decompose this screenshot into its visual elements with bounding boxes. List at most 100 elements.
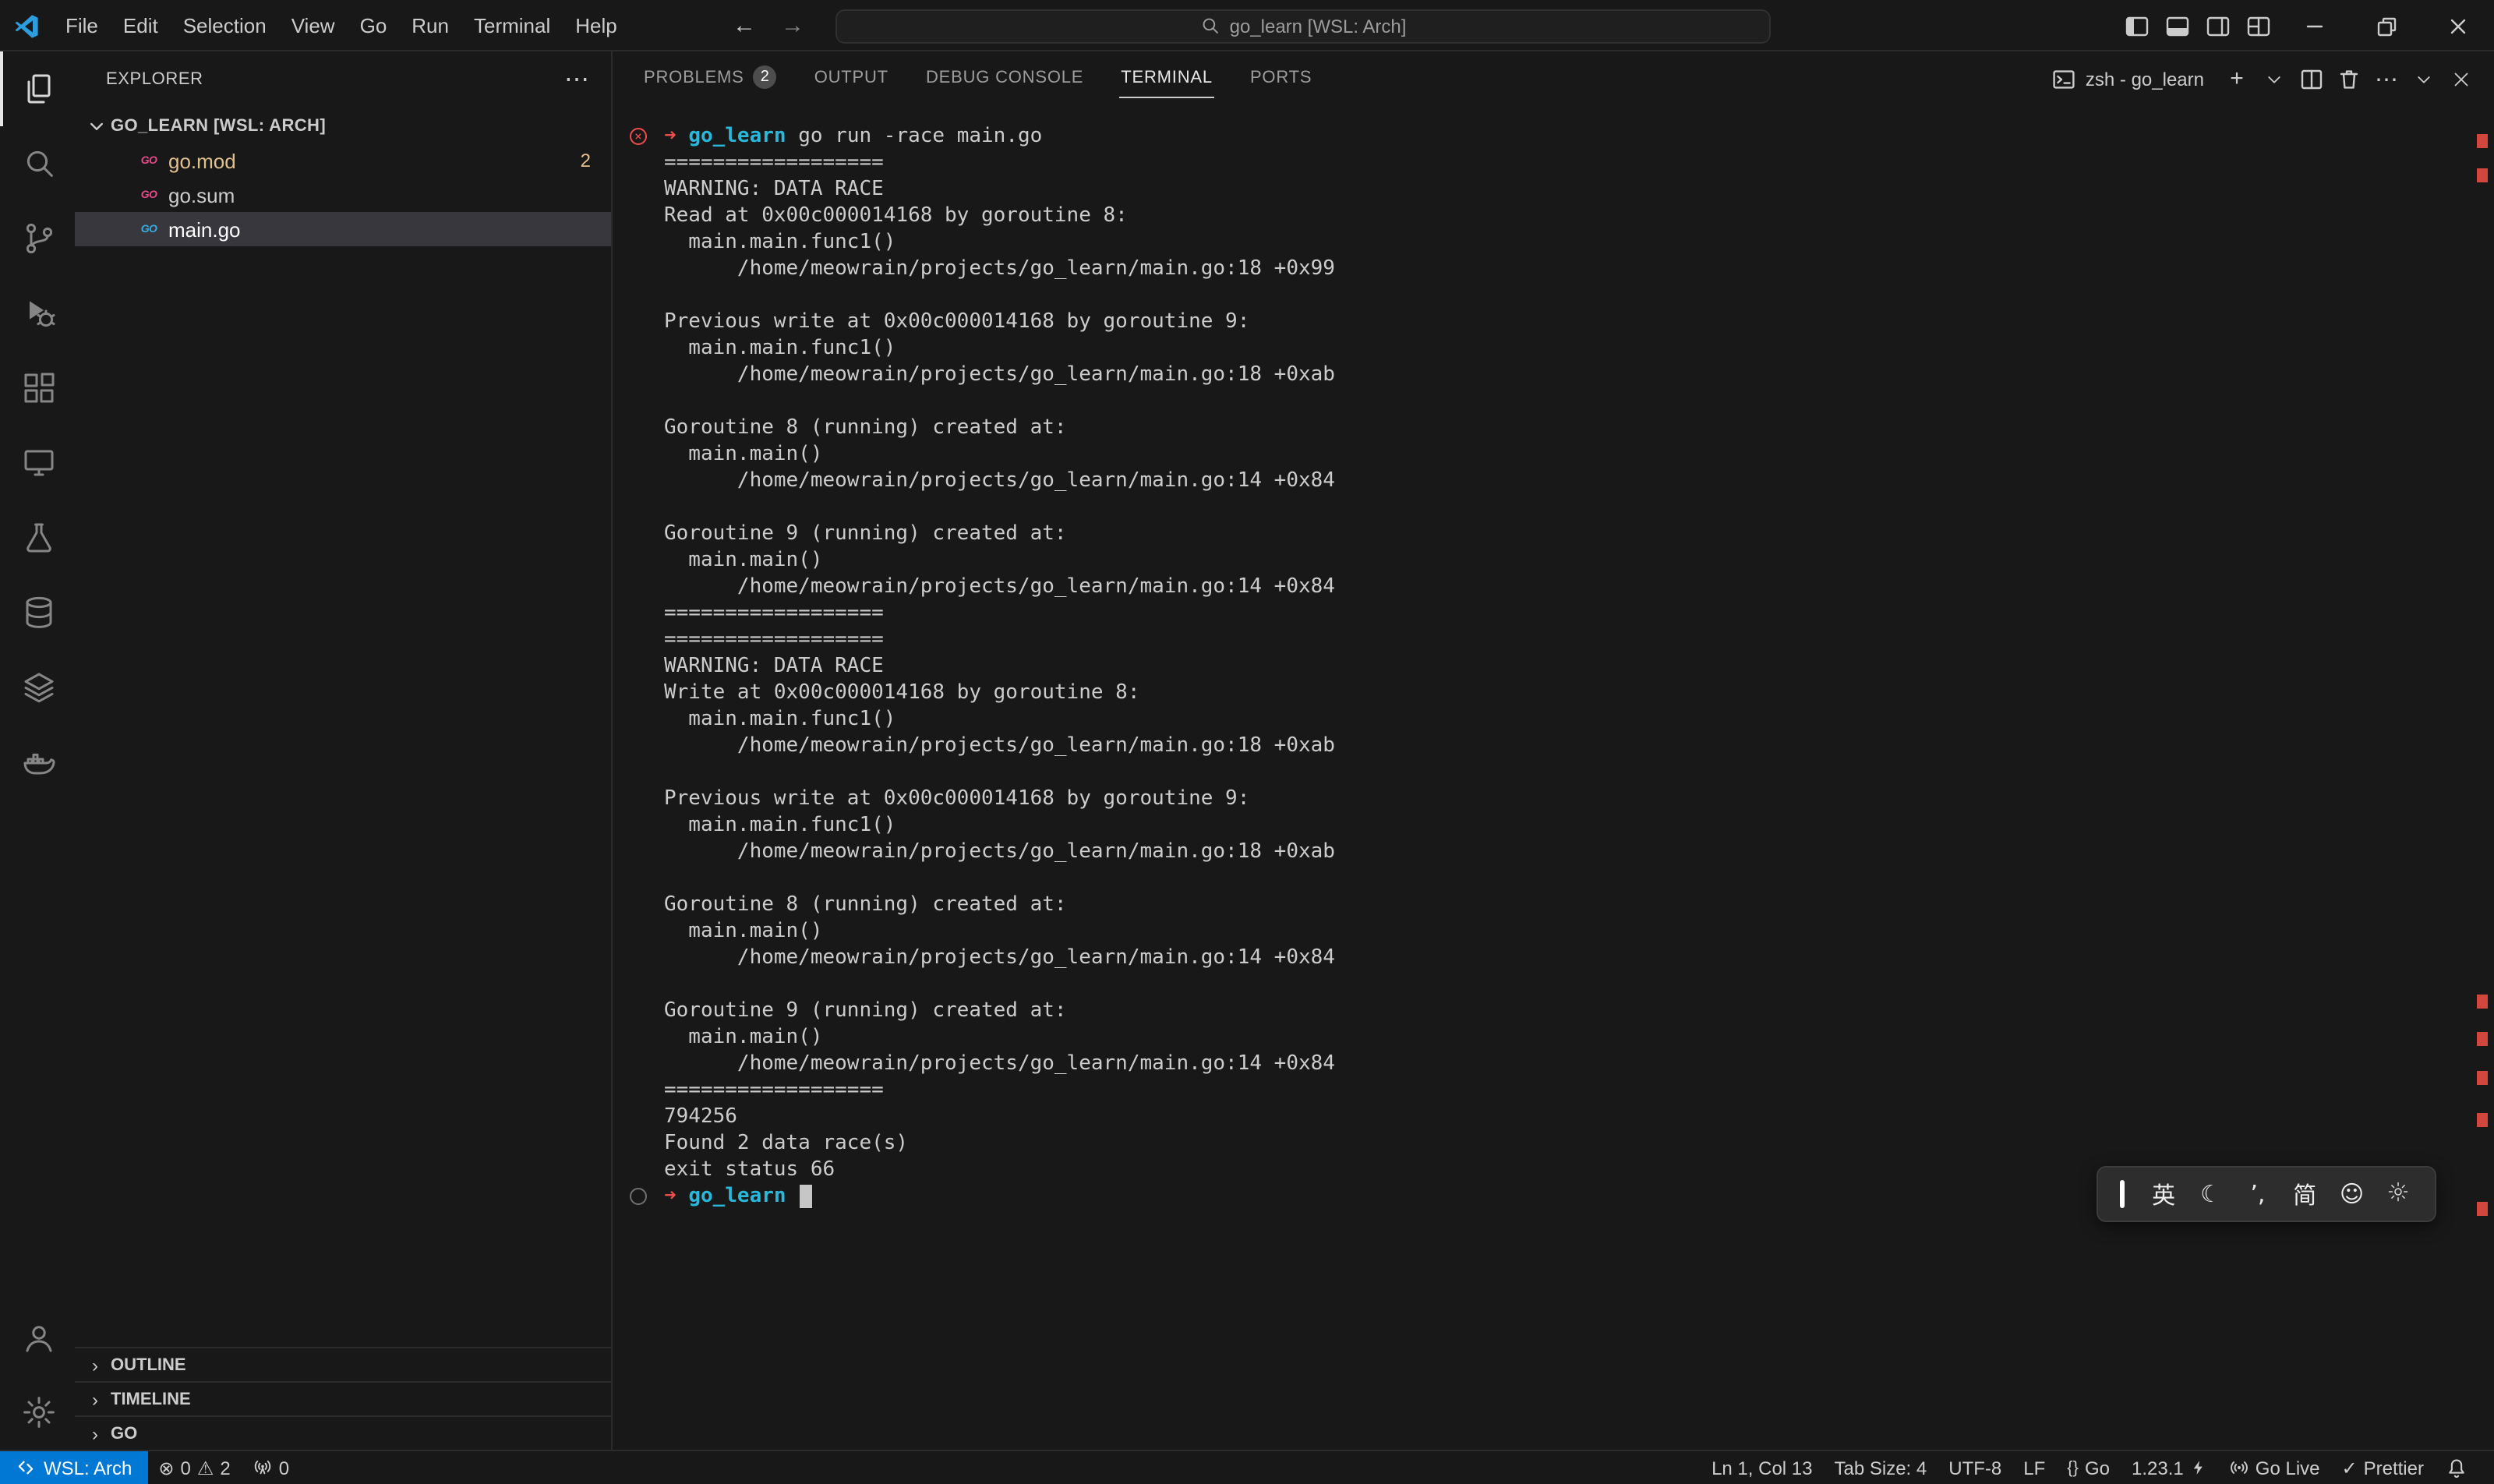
activity-database[interactable] xyxy=(0,575,75,650)
chevron-right-icon: › xyxy=(87,1388,103,1410)
toggle-secondary-sidebar-icon[interactable] xyxy=(2198,0,2238,51)
close-button[interactable] xyxy=(2422,0,2494,51)
panel-collapse-icon[interactable] xyxy=(2407,62,2441,96)
panel-tab-ports[interactable]: PORTS xyxy=(1249,59,1313,98)
formatter-prettier[interactable]: ✓ Prettier xyxy=(2331,1451,2436,1484)
lightning-icon xyxy=(2190,1459,2207,1476)
toggle-panel-icon[interactable] xyxy=(2157,0,2198,51)
terminal-tab-zsh[interactable]: zsh - go_learn xyxy=(2051,66,2204,91)
file-name: go.mod xyxy=(168,149,236,172)
ime-language-toggle[interactable]: 英 xyxy=(2140,1178,2187,1210)
indentation[interactable]: Tab Size: 4 xyxy=(1824,1451,1938,1484)
ime-caret-icon[interactable] xyxy=(2120,1180,2125,1208)
menu-item-help[interactable]: Help xyxy=(563,0,630,51)
terminal-lines: ×➜ go_learn go run -race main.go========… xyxy=(664,123,2463,1210)
activity-accounts[interactable] xyxy=(0,1300,75,1375)
panel-tab-terminal[interactable]: TERMINAL xyxy=(1119,59,1214,98)
terminal-scrollbar[interactable] xyxy=(2472,106,2494,1450)
go-version-status[interactable]: 1.23.1 xyxy=(2121,1451,2218,1484)
language-mode[interactable]: {} Go xyxy=(2056,1451,2121,1484)
docker-whale-icon xyxy=(20,744,58,781)
go-live-button[interactable]: Go Live xyxy=(2218,1451,2331,1484)
file-main.go[interactable]: GO main.go xyxy=(75,212,611,246)
extensions-icon xyxy=(20,369,58,407)
menu-item-edit[interactable]: Edit xyxy=(111,0,171,51)
section-go[interactable]: ›GO xyxy=(75,1415,611,1450)
folder-root[interactable]: GO_LEARN [WSL: ARCH] xyxy=(75,109,611,143)
chevron-down-icon xyxy=(87,117,106,136)
terminal-icon xyxy=(2051,66,2076,91)
file-go.sum[interactable]: GOgo.sum xyxy=(75,178,611,212)
command-decoration[interactable] xyxy=(630,1188,647,1205)
section-outline[interactable]: ›OUTLINE xyxy=(75,1347,611,1381)
activity-remote-explorer[interactable] xyxy=(0,426,75,500)
terminal-output-line: WARNING: DATA RACE xyxy=(664,653,2463,680)
activity-layers[interactable] xyxy=(0,650,75,725)
eol-indicator[interactable]: LF xyxy=(2012,1451,2056,1484)
panel-more-icon[interactable]: ⋯ xyxy=(2369,62,2404,96)
file-go.mod[interactable]: GOgo.mod2 xyxy=(75,143,611,178)
activity-explorer[interactable] xyxy=(0,51,75,126)
command-failed-decoration[interactable]: × xyxy=(630,128,647,145)
panel-close-icon[interactable] xyxy=(2444,62,2478,96)
kill-terminal-icon[interactable] xyxy=(2332,62,2366,96)
toggle-sidebar-icon[interactable] xyxy=(2117,0,2157,51)
more-actions-icon[interactable]: ⋯ xyxy=(564,63,589,94)
section-timeline[interactable]: ›TIMELINE xyxy=(75,1381,611,1415)
menu-item-run[interactable]: Run xyxy=(399,0,461,51)
activity-testing[interactable] xyxy=(0,500,75,575)
menu-item-go[interactable]: Go xyxy=(348,0,400,51)
new-terminal-icon[interactable]: + xyxy=(2220,62,2254,96)
ports-count: 0 xyxy=(279,1457,289,1479)
remote-icon xyxy=(16,1458,36,1478)
minimize-button[interactable] xyxy=(2279,0,2351,51)
ports-status[interactable]: 0 xyxy=(242,1451,300,1484)
remote-indicator-wsl[interactable]: WSL: Arch xyxy=(0,1451,147,1484)
activity-docker[interactable] xyxy=(0,725,75,800)
restore-button[interactable] xyxy=(2351,0,2422,51)
ime-emoji-icon[interactable]: ☺ xyxy=(2328,1180,2375,1208)
menu-item-file[interactable]: File xyxy=(53,0,111,51)
statusbar-right: Ln 1, Col 13 Tab Size: 4 UTF-8 LF {} Go … xyxy=(1701,1451,2494,1484)
broadcast-icon xyxy=(2229,1458,2249,1478)
ime-halfwidth-moon-icon[interactable]: ☾ xyxy=(2187,1180,2234,1208)
activity-extensions[interactable] xyxy=(0,351,75,426)
terminal-output-line: ================== xyxy=(664,150,2463,176)
ime-simplified-toggle[interactable]: 简 xyxy=(2281,1178,2328,1210)
go-file-icon: GO xyxy=(137,224,161,235)
activity-settings[interactable] xyxy=(0,1375,75,1450)
panel-tab-output[interactable]: OUTPUT xyxy=(813,59,890,98)
menu-item-selection[interactable]: Selection xyxy=(171,0,279,51)
menu-item-view[interactable]: View xyxy=(279,0,348,51)
command-center-search[interactable]: go_learn [WSL: Arch] xyxy=(835,9,1771,43)
cursor-position[interactable]: Ln 1, Col 13 xyxy=(1701,1451,1823,1484)
panel-tab-problems[interactable]: PROBLEMS2 xyxy=(642,59,779,98)
activity-search[interactable] xyxy=(0,126,75,201)
panel-tabs: PROBLEMS2 OUTPUT DEBUG CONSOLE TERMINAL PORT… xyxy=(642,59,2051,98)
error-count: 0 xyxy=(181,1457,191,1479)
terminal-output-line: ================== xyxy=(664,1077,2463,1104)
terminal-output-line: Goroutine 8 (running) created at: xyxy=(664,892,2463,918)
terminal-output-line: main.main.func1() xyxy=(664,335,2463,362)
panel-tab-debug-console[interactable]: DEBUG CONSOLE xyxy=(924,59,1085,98)
section-label: GO xyxy=(111,1424,137,1443)
problems-status[interactable]: ⊗ 0 ⚠ 2 xyxy=(147,1451,241,1484)
ime-punctuation-toggle[interactable]: ’, xyxy=(2234,1180,2281,1208)
ime-settings-icon[interactable] xyxy=(2376,1179,2422,1209)
customize-layout-icon[interactable] xyxy=(2238,0,2279,51)
activity-source-control[interactable] xyxy=(0,201,75,276)
terminal-dropdown-icon[interactable] xyxy=(2257,62,2291,96)
notifications-bell[interactable] xyxy=(2435,1451,2478,1484)
menu-item-terminal[interactable]: Terminal xyxy=(461,0,563,51)
terminal-output-line: ================== xyxy=(664,600,2463,627)
terminal-output-line: /home/meowrain/projects/go_learn/main.go… xyxy=(664,362,2463,388)
encoding[interactable]: UTF-8 xyxy=(1938,1451,2012,1484)
activity-run-debug[interactable] xyxy=(0,276,75,351)
scrollbar-error-mark xyxy=(2477,995,2488,1009)
terminal-output-line: Previous write at 0x00c000014168 by goro… xyxy=(664,309,2463,335)
split-terminal-icon[interactable] xyxy=(2294,62,2329,96)
back-button[interactable]: ← xyxy=(723,12,765,39)
file-name: main.go xyxy=(168,217,241,241)
terminal-viewport[interactable]: ×➜ go_learn go run -race main.go========… xyxy=(613,106,2494,1450)
forward-button[interactable]: → xyxy=(772,12,814,39)
